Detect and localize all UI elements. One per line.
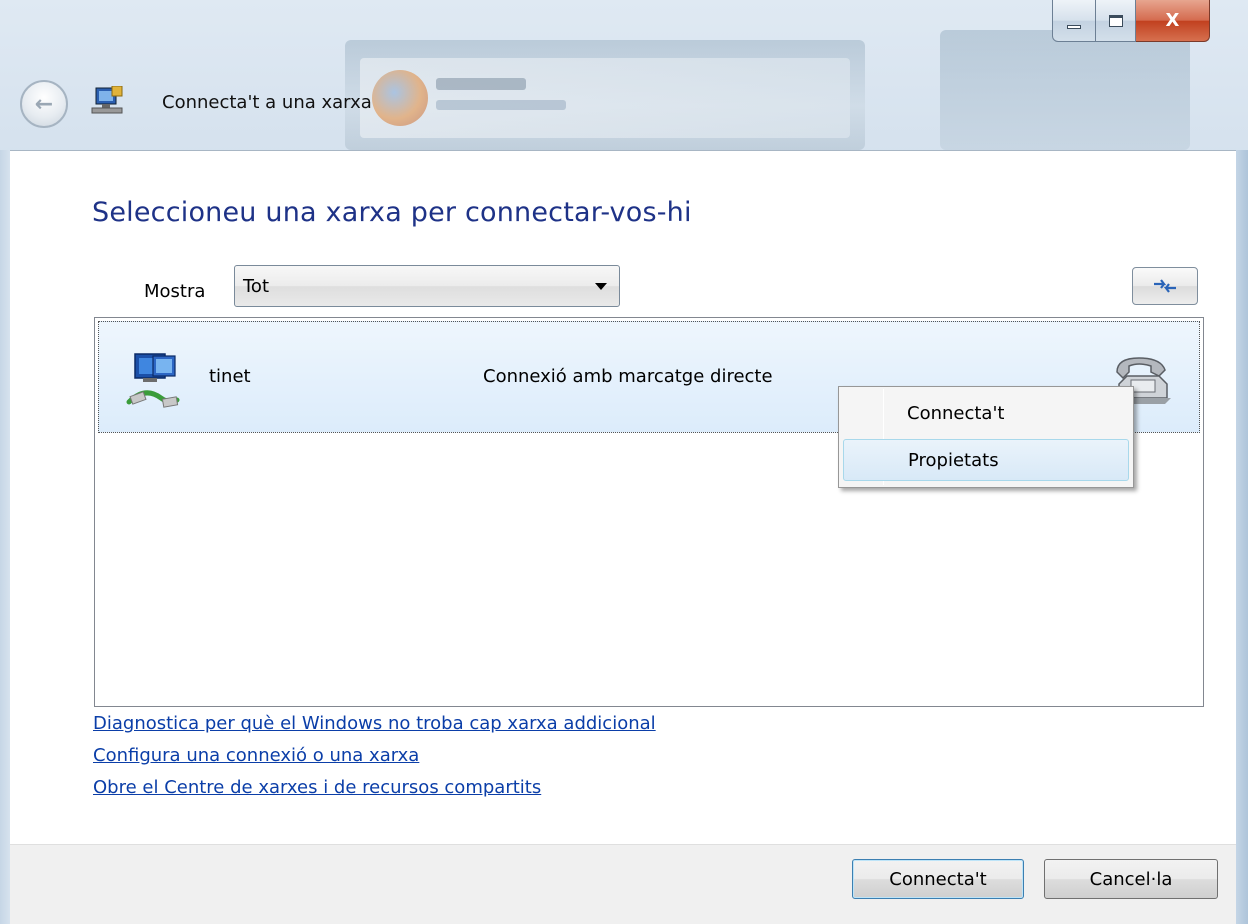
refresh-button[interactable]: [1132, 267, 1198, 305]
minimize-button[interactable]: [1052, 0, 1096, 42]
show-filter-label: Mostra: [144, 281, 206, 302]
network-name: tinet: [209, 366, 251, 387]
close-icon: X: [1165, 10, 1180, 31]
background-blur-text: [436, 78, 526, 90]
background-firefox-icon: [372, 70, 428, 126]
page-heading: Seleccioneu una xarxa per connectar-vos-…: [92, 197, 692, 228]
back-arrow-icon: ←: [34, 91, 54, 117]
diagnose-link[interactable]: Diagnostica per què el Windows no troba …: [93, 713, 656, 734]
background-window-blur-inner: [360, 58, 850, 138]
background-blur-text: [436, 100, 566, 110]
context-menu-item-connect[interactable]: Connecta't: [843, 393, 1129, 435]
maximize-icon: [1108, 14, 1123, 27]
network-wizard-icon: [91, 86, 123, 114]
setup-connection-link[interactable]: Configura una connexió o una xarxa: [93, 745, 419, 766]
network-list[interactable]: tinet Connexió amb marcatge directe: [94, 317, 1204, 707]
context-menu-item-properties[interactable]: Propietats: [843, 439, 1129, 481]
content-panel: Seleccioneu una xarxa per connectar-vos-…: [10, 150, 1236, 844]
button-bar: Connecta't Cancel·la: [10, 844, 1236, 924]
chevron-down-icon: [595, 283, 607, 290]
maximize-button[interactable]: [1096, 0, 1136, 42]
dialup-network-icon: [126, 353, 180, 408]
connect-button[interactable]: Connecta't: [852, 859, 1024, 899]
frame-right-border: [1236, 150, 1248, 924]
frame-left-border: [0, 150, 10, 924]
window-title: Connecta't a una xarxa: [162, 92, 372, 113]
network-center-link[interactable]: Obre el Centre de xarxes i de recursos c…: [93, 777, 541, 798]
network-type: Connexió amb marcatge directe: [483, 366, 773, 387]
show-filter-value: Tot: [243, 275, 270, 297]
show-filter-dropdown[interactable]: Tot: [234, 265, 620, 307]
cancel-button[interactable]: Cancel·la: [1044, 859, 1218, 899]
caption-buttons: X: [1052, 0, 1210, 42]
minimize-icon: [1067, 24, 1081, 29]
context-menu: Connecta't Propietats: [838, 386, 1134, 488]
back-button[interactable]: ←: [20, 80, 68, 128]
close-button[interactable]: X: [1136, 0, 1210, 42]
refresh-icon: [1154, 279, 1176, 293]
background-network-blur: [940, 30, 1190, 150]
